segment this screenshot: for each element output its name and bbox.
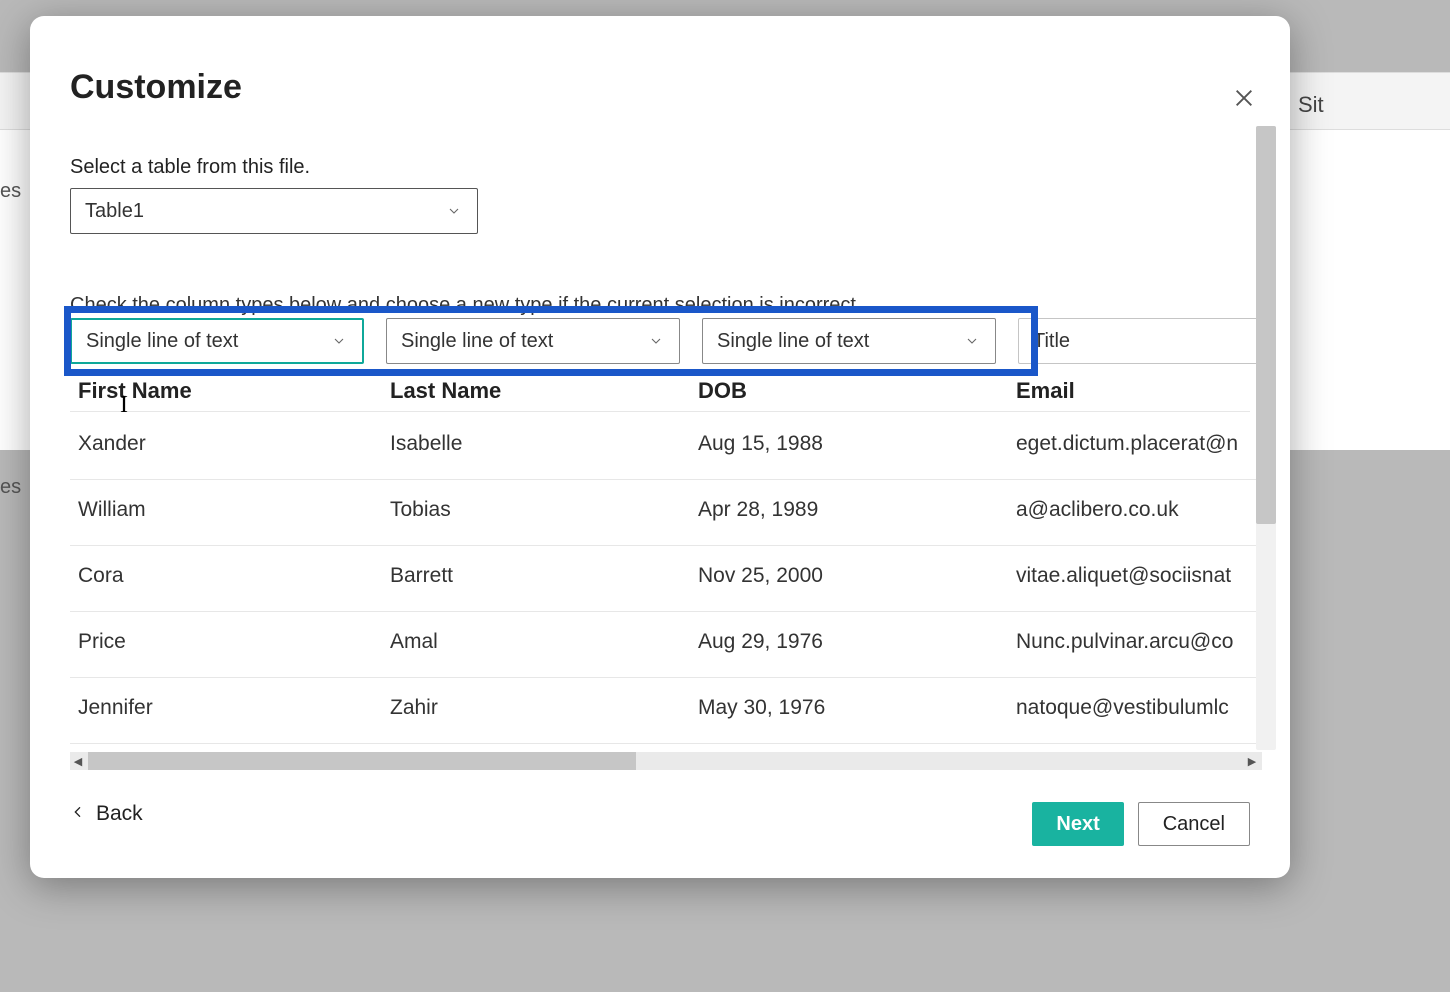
cell-email: Nunc.pulvinar.arcu@co — [1016, 630, 1256, 654]
close-icon — [1233, 84, 1255, 116]
cell-email: vitae.aliquet@sociisnat — [1016, 564, 1256, 588]
column-type-value: Single line of text — [401, 330, 553, 353]
cell-last-name: Amal — [390, 630, 670, 654]
table-row: Jennifer Zahir May 30, 1976 natoque@vest… — [70, 678, 1260, 744]
table-select-label: Select a table from this file. — [70, 156, 310, 179]
back-label: Back — [96, 802, 143, 826]
next-button[interactable]: Next — [1032, 802, 1123, 846]
table-row: William Tobias Apr 28, 1989 a@aclibero.c… — [70, 480, 1260, 546]
next-label: Next — [1056, 813, 1099, 836]
chevron-down-icon — [330, 332, 348, 350]
cell-dob: Aug 29, 1976 — [698, 630, 978, 654]
column-type-select-4[interactable]: Title — [1018, 318, 1268, 364]
horizontal-scrollbar-thumb[interactable] — [88, 752, 636, 770]
cell-first-name: William — [78, 498, 358, 522]
cell-last-name: Zahir — [390, 696, 670, 720]
column-type-value: Title — [1033, 330, 1070, 353]
scroll-right-icon[interactable]: ▶ — [1244, 753, 1260, 769]
cell-last-name: Isabelle — [390, 432, 670, 456]
cancel-button[interactable]: Cancel — [1138, 802, 1250, 846]
chevron-down-icon — [445, 202, 463, 220]
cell-email: eget.dictum.placerat@n — [1016, 432, 1256, 456]
table-header-row: First Name Last Name DOB Email — [70, 376, 1250, 412]
column-header-dob: DOB — [698, 376, 978, 404]
cell-first-name: Price — [78, 630, 358, 654]
cell-last-name: Tobias — [390, 498, 670, 522]
cell-last-name: Barrett — [390, 564, 670, 588]
background-text: Sit — [1298, 92, 1324, 118]
cell-first-name: Cora — [78, 564, 358, 588]
dialog-footer: Back Next Cancel — [70, 802, 1250, 850]
column-type-value: Single line of text — [717, 330, 869, 353]
chevron-down-icon — [647, 332, 665, 350]
table-row: Price Amal Aug 29, 1976 Nunc.pulvinar.ar… — [70, 612, 1260, 678]
chevron-down-icon — [963, 332, 981, 350]
cell-email: a@aclibero.co.uk — [1016, 498, 1256, 522]
table-body: Xander Isabelle Aug 15, 1988 eget.dictum… — [70, 414, 1260, 744]
background-text: es — [0, 180, 21, 203]
column-header-email: Email — [1016, 376, 1256, 404]
customize-dialog: Customize Select a table from this file.… — [30, 16, 1290, 878]
column-type-row: Single line of text Single line of text … — [70, 318, 1268, 364]
cell-email: natoque@vestibulumlc — [1016, 696, 1256, 720]
cell-dob: Apr 28, 1989 — [698, 498, 978, 522]
cell-first-name: Xander — [78, 432, 358, 456]
column-header-last-name: Last Name — [390, 376, 670, 404]
cell-dob: Nov 25, 2000 — [698, 564, 978, 588]
column-type-select-2[interactable]: Single line of text — [386, 318, 680, 364]
table-select-value: Table1 — [85, 200, 144, 223]
horizontal-scrollbar[interactable]: ◀ ▶ — [70, 752, 1262, 770]
background-text: es — [0, 476, 21, 499]
close-button[interactable] — [1226, 82, 1262, 118]
cell-dob: May 30, 1976 — [698, 696, 978, 720]
column-type-select-1[interactable]: Single line of text — [70, 318, 364, 364]
cell-dob: Aug 15, 1988 — [698, 432, 978, 456]
scroll-left-icon[interactable]: ◀ — [70, 753, 86, 769]
chevron-left-icon — [70, 802, 86, 826]
table-select[interactable]: Table1 — [70, 188, 478, 234]
dialog-title: Customize — [70, 68, 242, 107]
vertical-scrollbar-thumb[interactable] — [1256, 126, 1276, 524]
column-type-value: Single line of text — [86, 330, 238, 353]
column-type-select-3[interactable]: Single line of text — [702, 318, 996, 364]
column-header-first-name: First Name — [78, 376, 358, 404]
table-row: Cora Barrett Nov 25, 2000 vitae.aliquet@… — [70, 546, 1260, 612]
table-row: Xander Isabelle Aug 15, 1988 eget.dictum… — [70, 414, 1260, 480]
vertical-scrollbar[interactable] — [1256, 126, 1276, 750]
column-type-instruction: Check the column types below and choose … — [70, 294, 862, 317]
cancel-label: Cancel — [1163, 813, 1225, 836]
cell-first-name: Jennifer — [78, 696, 358, 720]
